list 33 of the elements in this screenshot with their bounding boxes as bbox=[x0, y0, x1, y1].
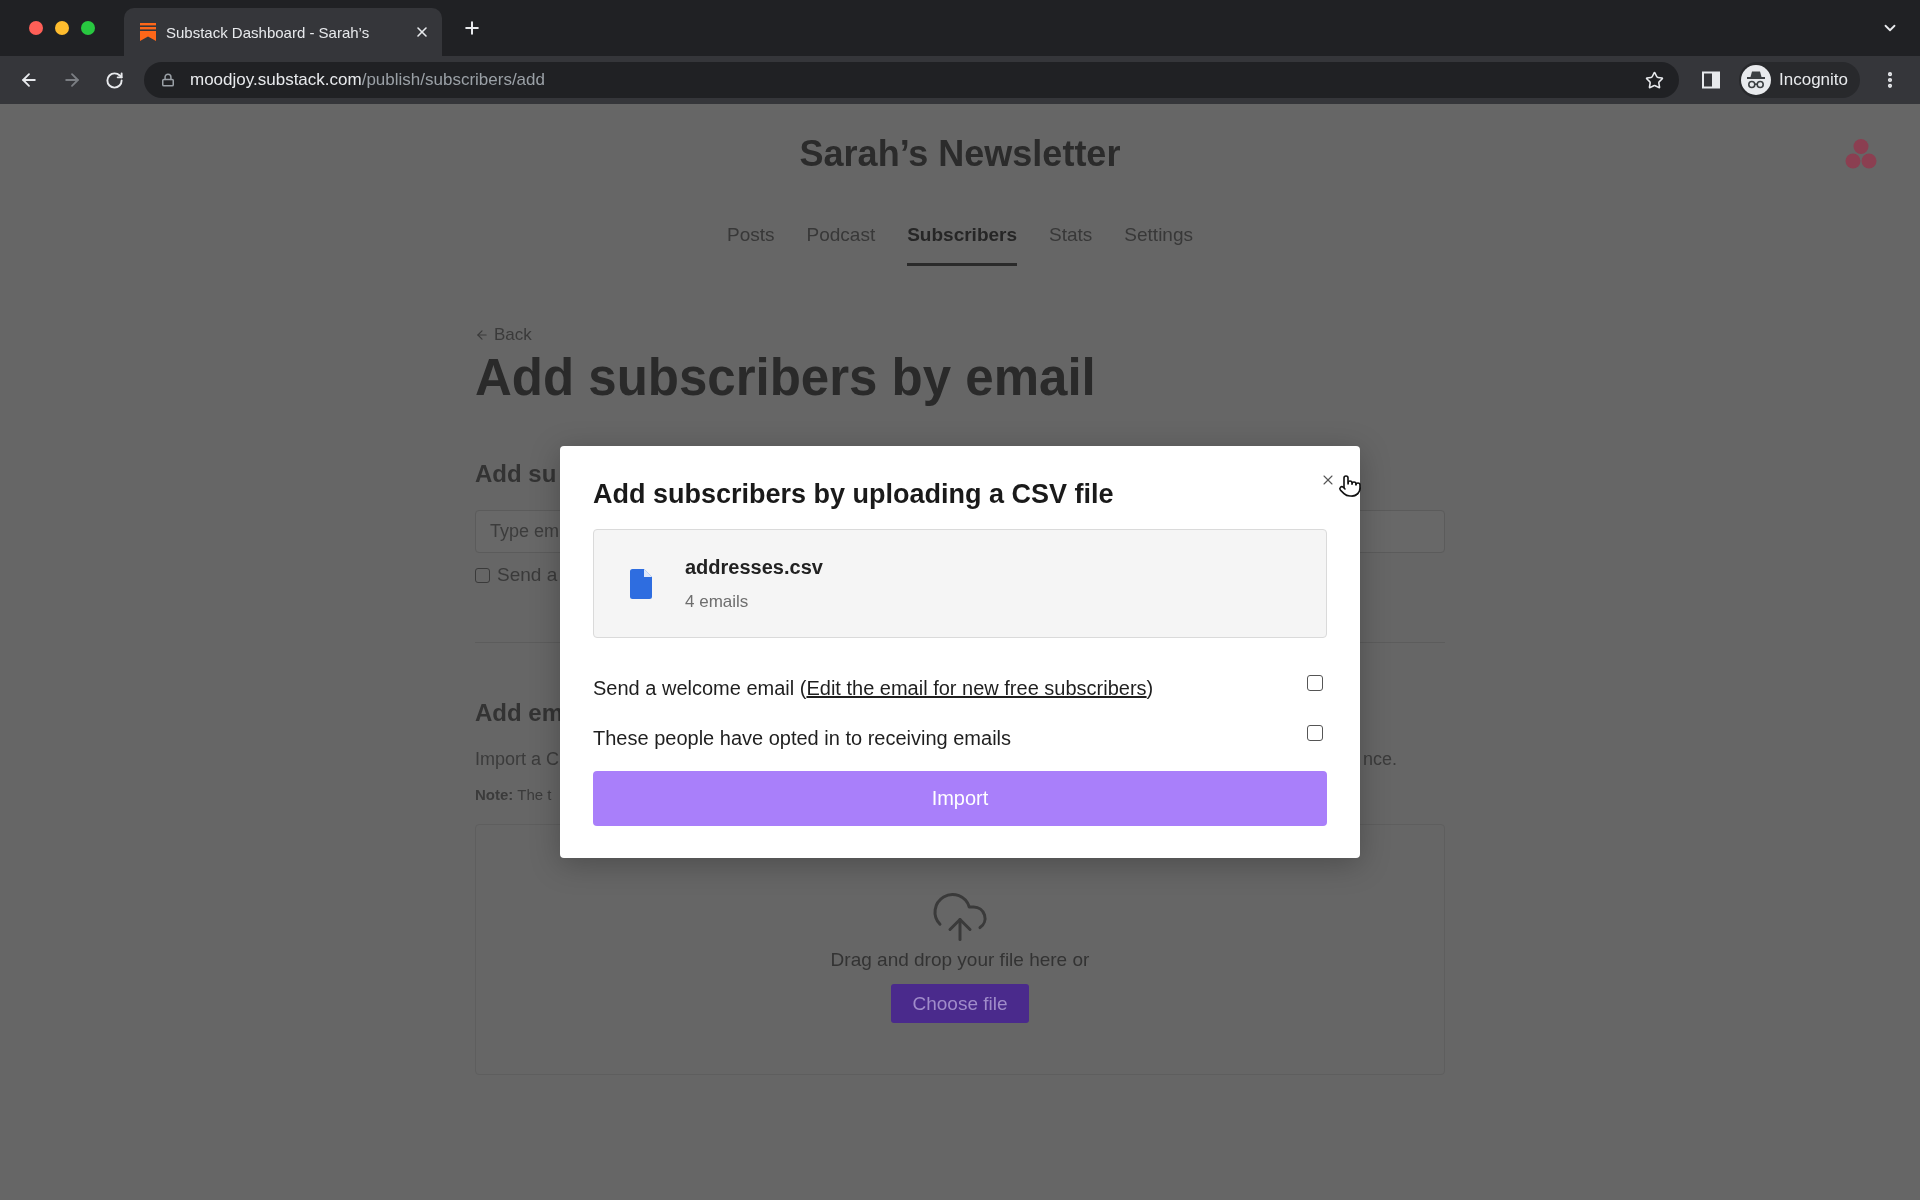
checkbox[interactable] bbox=[475, 567, 490, 583]
choose-file-button[interactable]: Choose file bbox=[891, 984, 1029, 1023]
forward-icon[interactable] bbox=[62, 70, 82, 90]
address-bar[interactable]: moodjoy.substack.com/publish/subscribers/add bbox=[144, 62, 1679, 98]
incognito-icon bbox=[1741, 65, 1771, 95]
url-text: moodjoy.substack.com/publish/subscribers/add bbox=[190, 70, 545, 90]
bookmark-logo-icon bbox=[140, 23, 156, 41]
file-name: addresses.csv bbox=[685, 554, 823, 579]
close-tab-icon[interactable] bbox=[414, 24, 430, 40]
back-icon[interactable] bbox=[19, 70, 39, 90]
profile-button[interactable]: Incognito bbox=[1739, 62, 1860, 98]
bookmark-star-icon[interactable] bbox=[1645, 70, 1664, 90]
option-checkbox[interactable] bbox=[1307, 725, 1323, 741]
browser-tab[interactable]: Substack Dashboard - Sarah’s bbox=[124, 8, 442, 56]
dots-logo-icon[interactable] bbox=[1845, 139, 1877, 169]
lock-icon bbox=[161, 73, 175, 87]
dialog-title: Add subscribers by uploading a CSV file bbox=[593, 478, 1114, 511]
side-panel-icon[interactable] bbox=[1702, 71, 1720, 89]
edit-email-link[interactable]: Edit the email for new free subscribers bbox=[806, 677, 1147, 699]
option-label: Send a welcome email (Edit the email for new free subscribers) bbox=[593, 676, 1154, 701]
nav-tab[interactable]: Subscribers bbox=[907, 223, 1017, 266]
option-label: These people have opted in to receiving emails bbox=[593, 726, 1012, 751]
import-button[interactable]: Import bbox=[593, 771, 1327, 826]
email-count: 4 emails bbox=[685, 590, 750, 613]
option-checkbox[interactable] bbox=[1307, 675, 1323, 691]
minimize-window-icon[interactable] bbox=[55, 21, 69, 35]
newsletter-title: Sarah’s Newsletter bbox=[799, 132, 1121, 176]
page-title: Add subscribers by email bbox=[475, 348, 1097, 408]
reload-icon[interactable] bbox=[105, 70, 124, 90]
file-icon bbox=[630, 568, 652, 599]
new-tab-icon[interactable] bbox=[462, 18, 482, 38]
maximize-window-icon[interactable] bbox=[81, 21, 95, 35]
close-window-icon[interactable] bbox=[29, 21, 43, 35]
